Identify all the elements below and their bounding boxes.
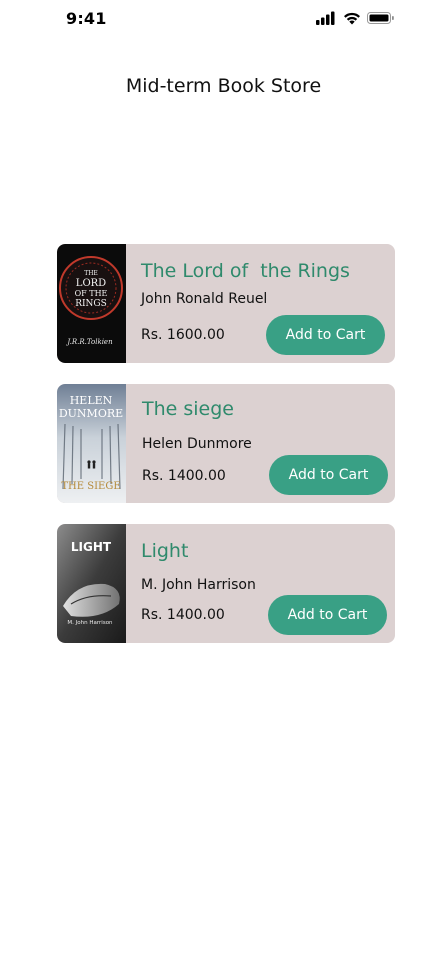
add-to-cart-button[interactable]: Add to Cart [268,595,387,635]
status-bar: 9:41 [0,0,447,40]
cover-author: M. John Harrison [67,620,113,626]
book-title: Light [141,540,189,562]
cover-signature: J.R.R.Tolkien [65,338,113,346]
book-author: M. John Harrison [141,577,256,593]
book-cover-image: THE LORD OF THE RINGS J.R.R.Tolkien [57,244,126,363]
book-card-lord-of-the-rings[interactable]: THE LORD OF THE RINGS J.R.R.Tolkien The … [57,244,395,363]
cover-author-top: HELEN [70,394,113,407]
add-to-cart-button[interactable]: Add to Cart [269,455,388,495]
siege-cover-art: HELEN DUNMORE THE SIEGE [57,384,126,503]
status-icons [316,11,396,25]
light-cover-art: LIGHT M. John Harrison [57,524,126,643]
screen: 9:41 Mid-term Book Store THE LORD OF THE… [0,0,447,956]
book-price: Rs. 1400.00 [142,468,226,484]
book-price: Rs. 1600.00 [141,327,225,343]
book-cover-image: HELEN DUNMORE THE SIEGE [57,384,126,503]
book-card-light[interactable]: LIGHT M. John Harrison Light M. John Har… [57,524,395,643]
cover-line-4: RINGS [75,299,107,309]
book-card-the-siege[interactable]: HELEN DUNMORE THE SIEGE The siege Helen … [57,384,395,503]
cover-line-1: THE [84,270,98,277]
cover-author-bottom: DUNMORE [59,407,123,420]
cover-line-2: LORD [76,278,106,289]
book-title: The Lord of the Rings [141,260,350,282]
battery-icon [367,12,394,24]
lotr-cover-art: THE LORD OF THE RINGS J.R.R.Tolkien [57,244,126,363]
add-to-cart-button[interactable]: Add to Cart [266,315,385,355]
page-title: Mid-term Book Store [125,75,322,97]
cover-line-3: OF THE [75,289,108,298]
cellular-signal-icon [316,11,335,25]
wifi-icon [344,12,360,25]
cover-title: THE SIEGE [61,481,120,492]
status-time: 9:41 [66,9,107,28]
book-cover-image: LIGHT M. John Harrison [57,524,126,643]
book-title: The siege [142,398,234,420]
book-author: Helen Dunmore [142,436,252,452]
book-price: Rs. 1400.00 [141,607,225,623]
book-author: John Ronald Reuel [141,291,268,307]
cover-title: LIGHT [71,540,112,554]
